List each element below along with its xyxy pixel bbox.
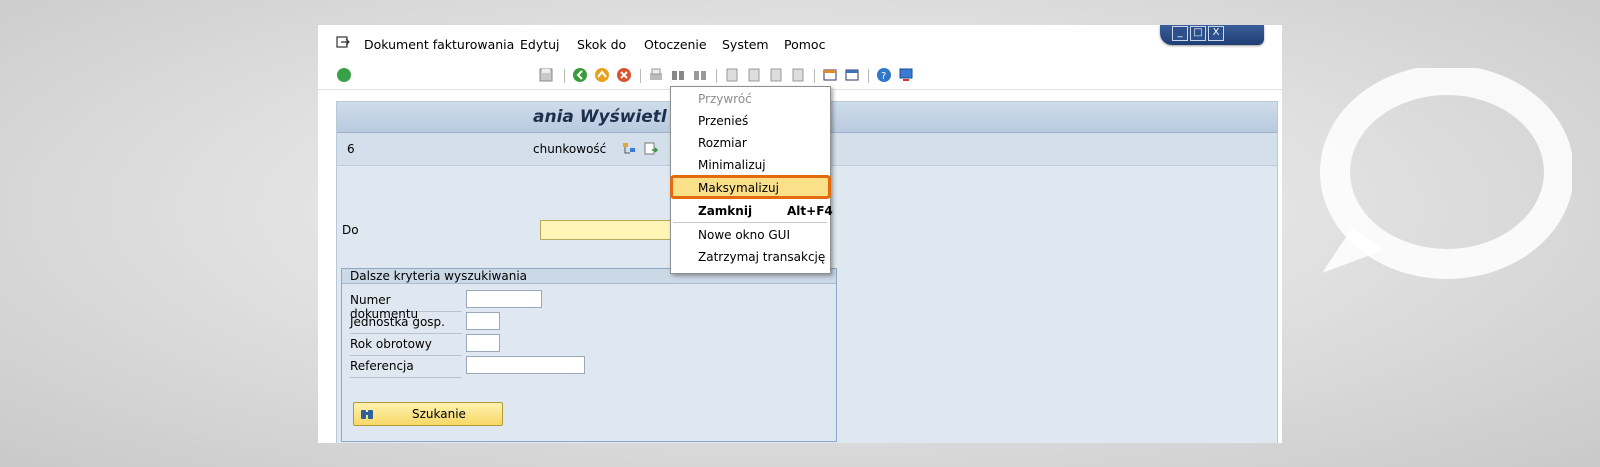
document-input[interactable] <box>540 220 683 240</box>
find-next-icon[interactable] <box>692 67 708 83</box>
menu-item-minimalizuj[interactable]: Minimalizuj <box>671 154 830 176</box>
page-title: ania Wyświetl <box>533 107 667 127</box>
referencja-input[interactable] <box>466 356 585 374</box>
next-page-icon[interactable] <box>768 67 784 83</box>
shortcut-alt-f4: Alt+F4 <box>787 204 833 218</box>
menu-item-nowe-okno-gui[interactable]: Nowe okno GUI <box>671 224 830 246</box>
menu-dokument-fakturowania[interactable]: Dokument fakturowania <box>364 37 514 52</box>
menu-separator <box>673 222 827 223</box>
binoculars-icon <box>361 410 373 419</box>
row-rok-obrotowy: Rok obrotowy <box>350 334 462 356</box>
last-page-icon[interactable] <box>790 67 806 83</box>
row-jednostka-gosp: Jednostka gosp. <box>350 312 462 334</box>
search-button-label: Szukanie <box>412 407 466 421</box>
row-referencja: Referencja <box>350 356 462 378</box>
customize-layout-icon[interactable] <box>898 67 914 83</box>
rok-obrotowy-input[interactable] <box>466 334 500 352</box>
exit-icon[interactable] <box>594 67 610 83</box>
menu-item-przenies[interactable]: Przenieś <box>671 110 830 132</box>
new-session-icon[interactable] <box>822 67 838 83</box>
apptoolbar-fragment: 6 <box>347 142 355 156</box>
menu-item-rozmiar[interactable]: Rozmiar <box>671 132 830 154</box>
menu-item-przywroc[interactable]: Przywróć <box>671 88 830 110</box>
sap-window: _ □ X Dokument fakturowania Edytuj Skok … <box>318 25 1282 443</box>
enter-icon[interactable] <box>336 67 352 83</box>
help-icon[interactable]: ? <box>876 67 892 83</box>
display-document-icon[interactable] <box>643 141 659 157</box>
shortcut-icon[interactable] <box>844 67 860 83</box>
back-icon[interactable] <box>572 67 588 83</box>
label-jednostka-gosp: Jednostka gosp. <box>350 315 445 329</box>
first-page-icon[interactable] <box>724 67 740 83</box>
document-flow-icon[interactable] <box>621 141 637 157</box>
row-numer-dokumentu: Numer dokumentu <box>350 290 462 321</box>
menu-edytuj[interactable]: Edytuj <box>520 37 560 52</box>
menu-item-zamknij[interactable]: Zamknij Alt+F4 <box>671 200 833 222</box>
label-referencja: Referencja <box>350 359 414 373</box>
numer-dokumentu-input[interactable] <box>466 290 542 308</box>
save-icon[interactable] <box>538 67 554 83</box>
menu-item-maksymalizuj[interactable]: Maksymalizuj <box>671 177 830 199</box>
search-criteria-group: Dalsze kryteria wyszukiwania Numer dokum… <box>341 268 837 442</box>
svg-text:?: ? <box>881 71 886 82</box>
previous-page-icon[interactable] <box>746 67 762 83</box>
menu-pomoc[interactable]: Pomoc <box>784 37 825 52</box>
rachunkowosc-button[interactable]: chunkowość <box>533 142 606 156</box>
jednostka-gosp-input[interactable] <box>466 312 500 330</box>
menu-item-zatrzymaj-transakcje[interactable]: Zatrzymaj transakcję <box>671 246 830 268</box>
menu-skok-do[interactable]: Skok do <box>577 37 626 52</box>
system-menu-icon[interactable] <box>336 36 350 48</box>
menu-otoczenie[interactable]: Otoczenie <box>644 37 707 52</box>
system-dropdown-menu: Przywróć Przenieś Rozmiar Minimalizuj Ma… <box>670 86 833 274</box>
speech-bubble-watermark <box>1320 68 1572 279</box>
label-rok-obrotowy: Rok obrotowy <box>350 337 432 351</box>
menu-system[interactable]: System <box>722 37 769 52</box>
search-button[interactable]: Szukanie <box>353 402 503 426</box>
document-field-label: Do <box>342 223 359 237</box>
menu-bar: Dokument fakturowania Edytuj Skok do Oto… <box>318 33 1282 55</box>
find-icon[interactable] <box>670 67 686 83</box>
cancel-icon[interactable] <box>616 67 632 83</box>
print-icon[interactable] <box>648 67 664 83</box>
